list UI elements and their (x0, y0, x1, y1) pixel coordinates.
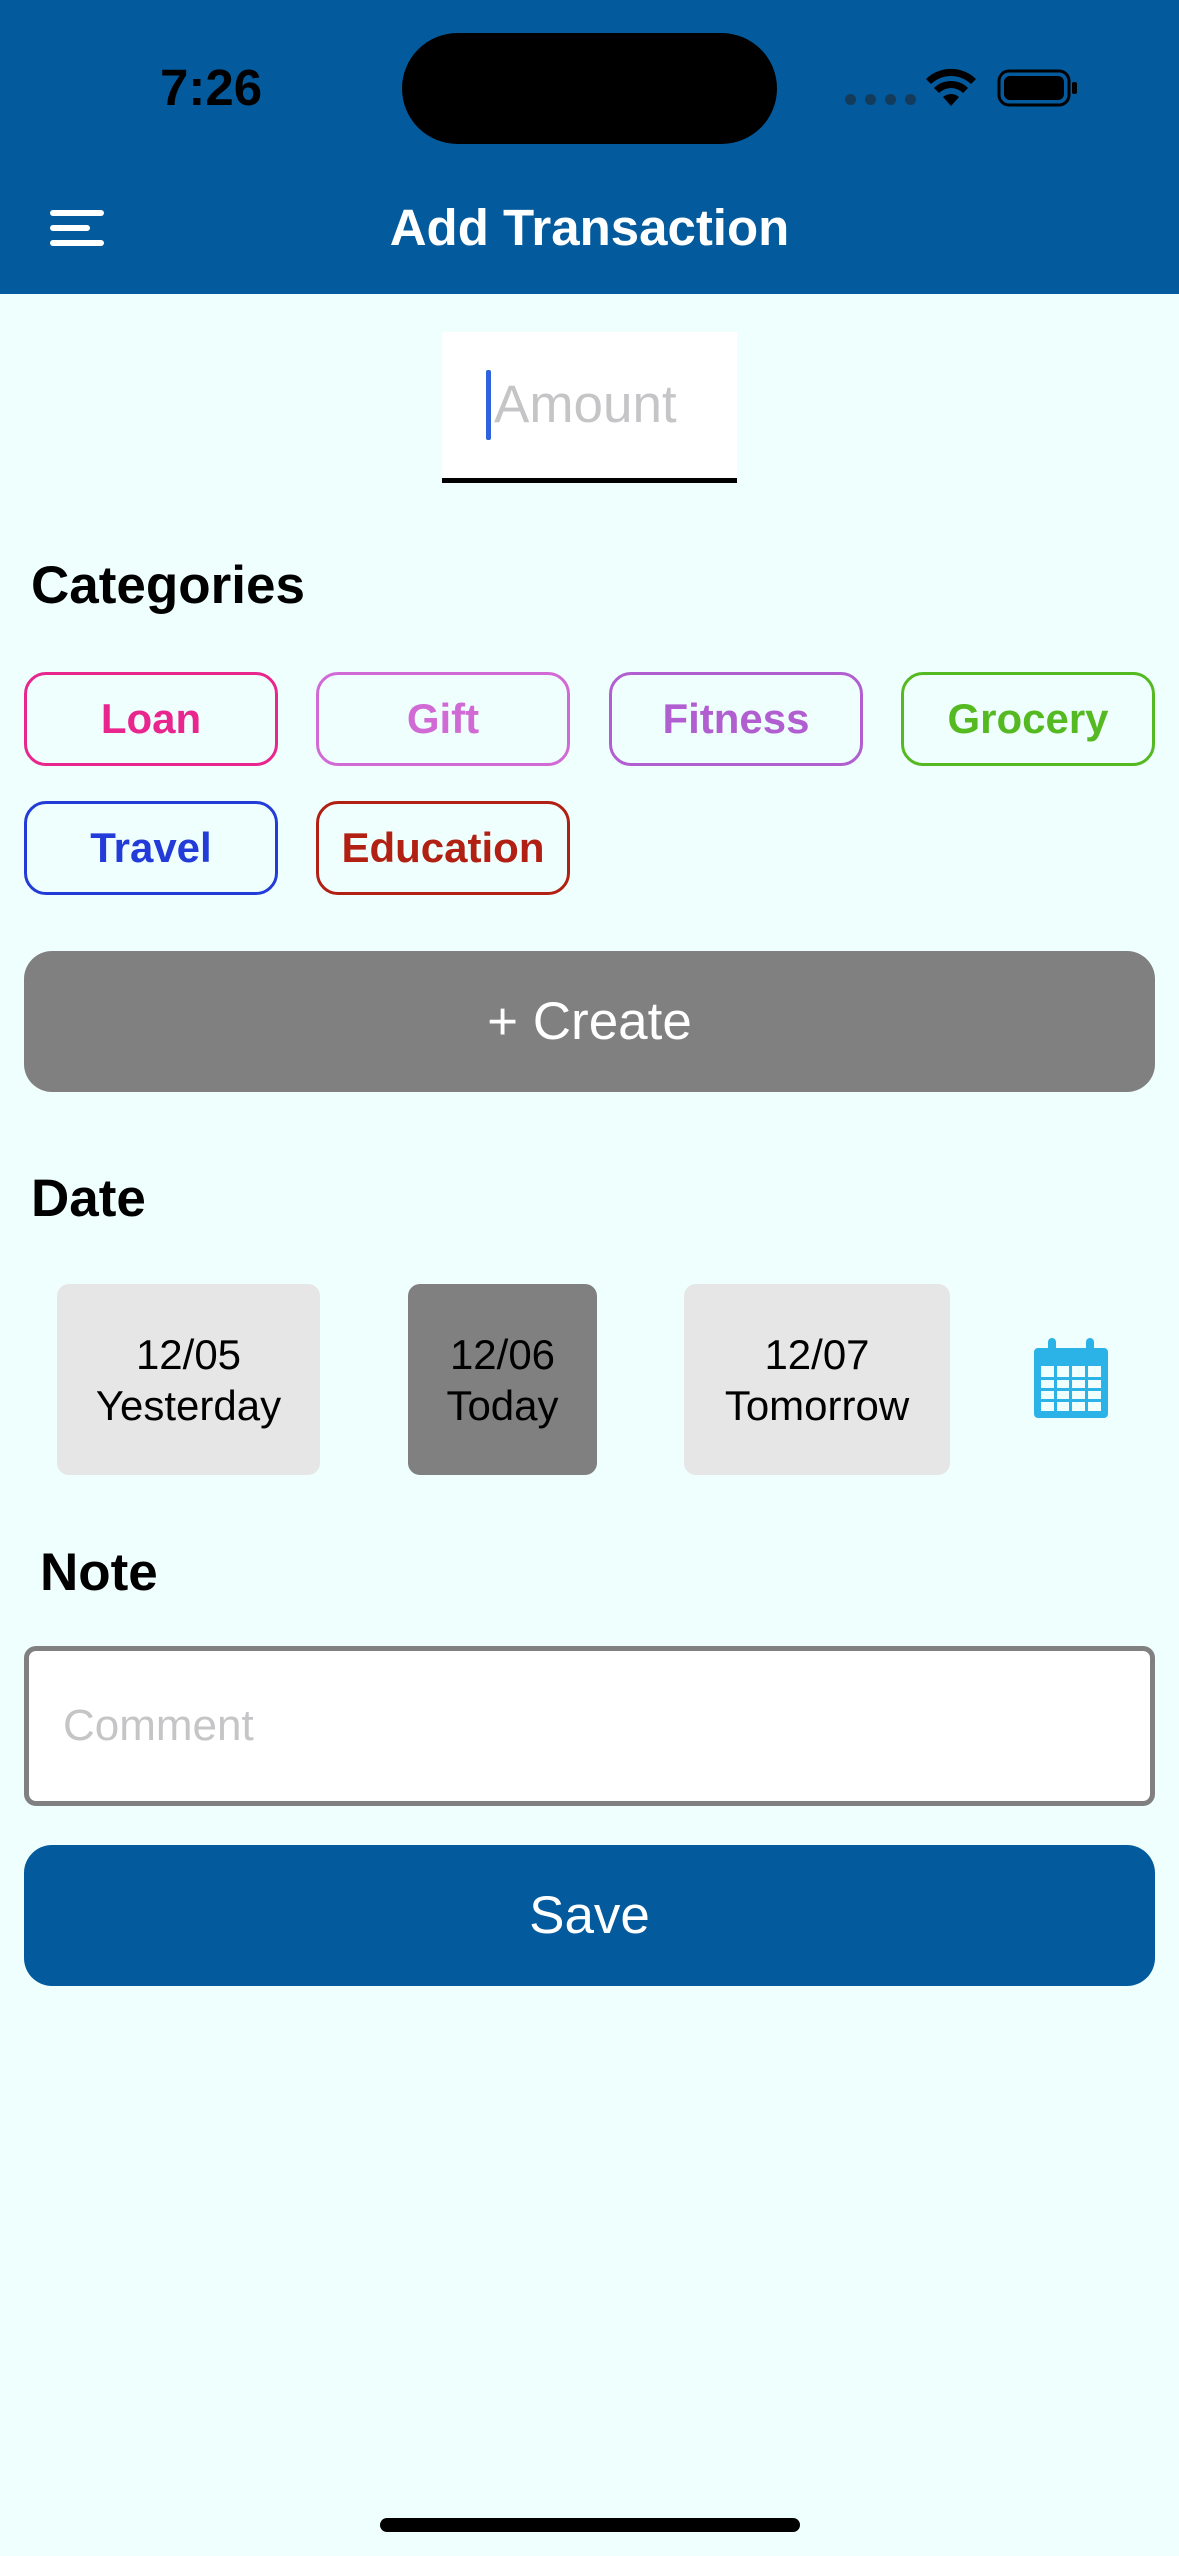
category-chip-education[interactable]: Education (316, 801, 570, 895)
category-chip-grocery[interactable]: Grocery (901, 672, 1155, 766)
category-chip-fitness[interactable]: Fitness (609, 672, 863, 766)
date-option-yesterday[interactable]: 12/05 Yesterday (57, 1284, 320, 1475)
date-option-today[interactable]: 12/06 Today (408, 1284, 597, 1475)
calendar-icon[interactable] (1034, 1338, 1108, 1418)
date-option-label: Yesterday (95, 1381, 282, 1429)
date-option-date: 12/07 (764, 1330, 870, 1378)
text-cursor (486, 370, 491, 440)
comment-input[interactable]: Comment (24, 1646, 1155, 1806)
comment-placeholder: Comment (63, 1701, 254, 1750)
app-header: 7:26 Add Transaction (0, 0, 1179, 294)
date-option-label: Today (446, 1381, 559, 1429)
amount-placeholder: Amount (494, 375, 677, 434)
date-option-tomorrow[interactable]: 12/07 Tomorrow (684, 1284, 950, 1475)
wifi-icon (926, 68, 976, 106)
date-option-date: 12/05 (135, 1330, 242, 1378)
save-button[interactable]: Save (24, 1845, 1155, 1986)
date-option-date: 12/06 (449, 1330, 556, 1378)
dynamic-island (402, 33, 777, 144)
note-title: Note (40, 1543, 158, 1602)
date-option-label: Tomorrow (724, 1381, 910, 1429)
category-chip-travel[interactable]: Travel (24, 801, 278, 895)
page-title: Add Transaction (389, 199, 790, 256)
date-title: Date (31, 1169, 146, 1228)
status-time: 7:26 (160, 59, 263, 116)
category-chip-loan[interactable]: Loan (24, 672, 278, 766)
cellular-signal-icon (845, 94, 916, 105)
create-category-button[interactable]: + Create (24, 951, 1155, 1092)
categories-title: Categories (31, 556, 305, 615)
battery-icon (997, 69, 1077, 107)
category-chip-gift[interactable]: Gift (316, 672, 570, 766)
amount-input[interactable]: Amount (442, 332, 737, 483)
home-indicator[interactable] (380, 2518, 800, 2532)
